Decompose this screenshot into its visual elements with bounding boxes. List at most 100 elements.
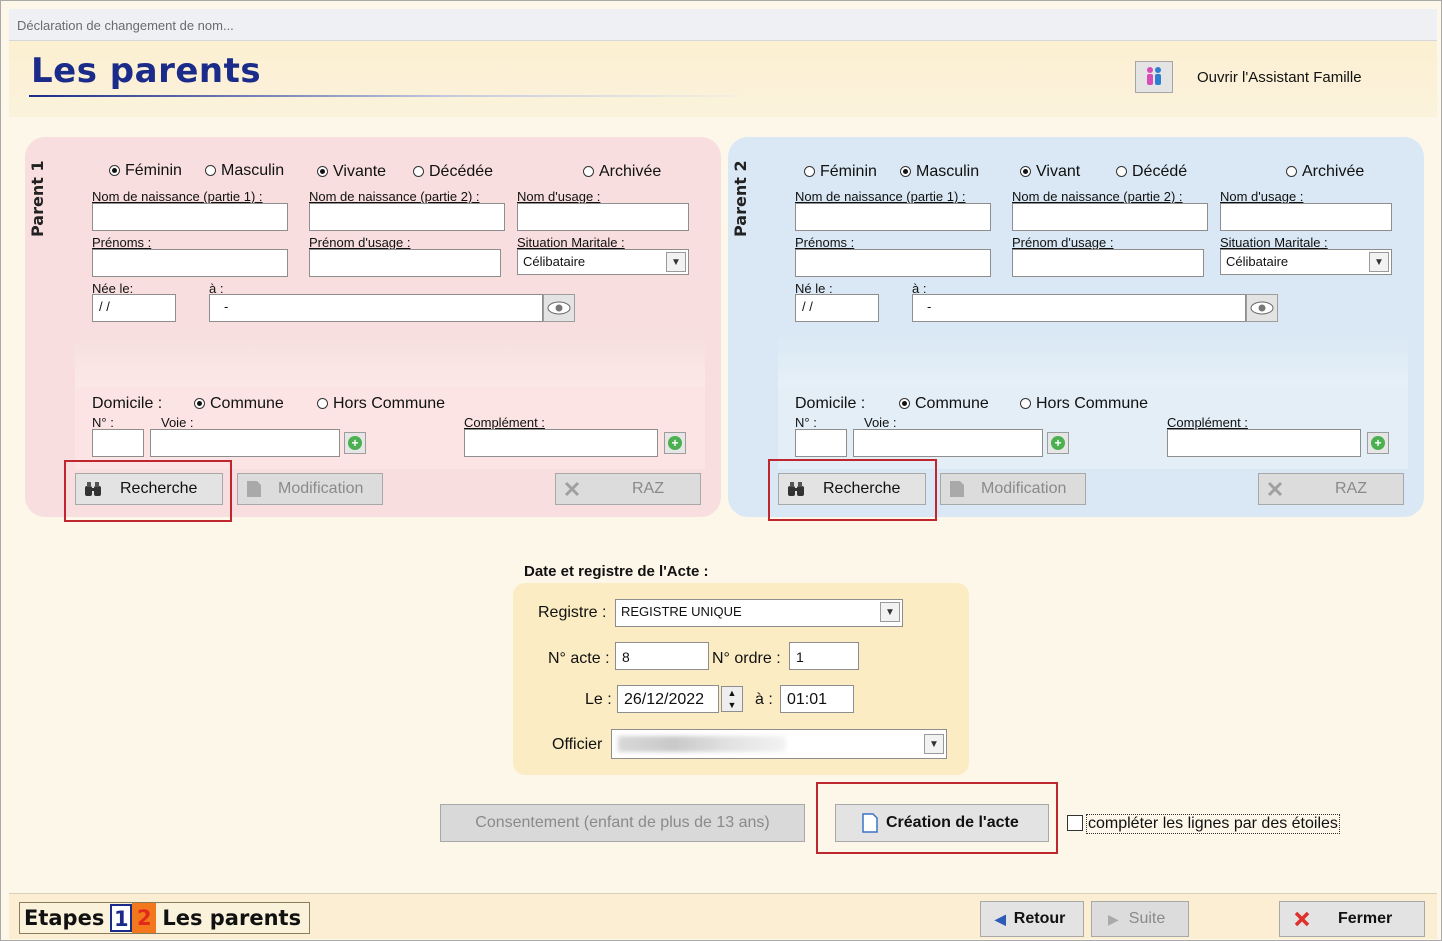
parent2-modification-label: Modification bbox=[981, 480, 1067, 497]
parent2-lieu-input[interactable]: - bbox=[912, 294, 1246, 322]
app-window: Déclaration de changement de nom... Les … bbox=[0, 0, 1442, 941]
parent1-hors-radio[interactable]: Hors Commune bbox=[317, 395, 445, 413]
window-title: Déclaration de changement de nom... bbox=[17, 18, 234, 33]
num-ordre-input[interactable]: 1 bbox=[789, 642, 859, 670]
parent1-complement-add-button[interactable]: + bbox=[664, 432, 686, 454]
parent2-view-button[interactable] bbox=[1246, 294, 1278, 322]
parent1-masculin-radio[interactable]: Masculin bbox=[205, 162, 284, 180]
parent1-recherche-highlight bbox=[64, 460, 232, 522]
parent1-nom1-input[interactable] bbox=[92, 203, 288, 231]
parent2-usage-label: Nom d'usage : bbox=[1220, 189, 1304, 204]
parent1-modification-button[interactable]: Modification bbox=[237, 473, 383, 505]
parent2-commune-radio[interactable]: Commune bbox=[899, 395, 989, 413]
radio-selected-icon bbox=[899, 398, 910, 409]
parent1-archive-label: Archivée bbox=[599, 163, 662, 180]
footer-bar: Etapes 1 2 Les parents ◀ Retour ▶ Suite … bbox=[9, 893, 1437, 939]
parent1-raz-button[interactable]: RAZ bbox=[555, 473, 701, 505]
parent2-prenom-usage-input[interactable] bbox=[1012, 249, 1204, 277]
parent1-voie-add-button[interactable]: + bbox=[344, 432, 366, 454]
parent1-decede-radio[interactable]: Décédée bbox=[413, 163, 493, 181]
date-label: Le : bbox=[585, 691, 612, 708]
close-icon bbox=[1294, 911, 1310, 927]
parent1-view-button[interactable] bbox=[543, 294, 575, 322]
clear-x-icon bbox=[564, 481, 580, 497]
heure-input[interactable]: 01:01 bbox=[780, 685, 854, 713]
chevron-down-icon[interactable]: ▼ bbox=[924, 734, 944, 754]
radio-selected-icon bbox=[900, 166, 911, 177]
parent1-vivant-radio[interactable]: Vivante bbox=[317, 163, 386, 181]
parent1-voie-input[interactable] bbox=[150, 429, 340, 457]
parent2-recherche-highlight bbox=[768, 459, 937, 521]
parent1-spacer bbox=[75, 332, 705, 387]
retour-label: Retour bbox=[1013, 910, 1066, 927]
parent2-prenoms-input[interactable] bbox=[795, 249, 991, 277]
creation-acte-button[interactable]: Création de l'acte bbox=[835, 804, 1049, 842]
parent2-complement-input[interactable] bbox=[1167, 429, 1361, 457]
parent2-raz-button[interactable]: RAZ bbox=[1258, 473, 1404, 505]
parent1-complement-input[interactable] bbox=[464, 429, 658, 457]
parent2-feminin-radio[interactable]: Féminin bbox=[804, 163, 877, 181]
parent1-commune-radio[interactable]: Commune bbox=[194, 395, 284, 413]
parent2-num-input[interactable] bbox=[795, 429, 847, 457]
parent2-nom2-input[interactable] bbox=[1012, 203, 1208, 231]
parent1-prenom-usage-label: Prénom d'usage : bbox=[309, 235, 411, 250]
parent2-modification-button[interactable]: Modification bbox=[940, 473, 1086, 505]
family-assistant-button[interactable] bbox=[1135, 61, 1173, 93]
step-1[interactable]: 1 bbox=[110, 904, 133, 932]
parent1-lieu-input[interactable]: - bbox=[209, 294, 543, 322]
fermer-button[interactable]: Fermer bbox=[1279, 901, 1425, 937]
etoiles-label[interactable]: compléter les lignes par des étoiles bbox=[1086, 814, 1340, 834]
parent1-num-input[interactable] bbox=[92, 429, 144, 457]
parent2-date-input[interactable]: / / bbox=[795, 294, 879, 322]
parent2-voie-input[interactable] bbox=[853, 429, 1043, 457]
parent1-archive-radio[interactable]: Archivée bbox=[583, 163, 661, 181]
date-spinner[interactable]: ▲ ▼ bbox=[721, 686, 743, 712]
family-assistant-label[interactable]: Ouvrir l'Assistant Famille bbox=[1197, 69, 1362, 86]
parent1-situation-select[interactable]: Célibataire ▼ bbox=[517, 249, 689, 275]
registre-label: Registre : bbox=[538, 604, 607, 621]
parent1-num-label: N° : bbox=[92, 415, 114, 430]
officier-select[interactable]: ▼ bbox=[611, 729, 947, 759]
chevron-down-icon[interactable]: ▼ bbox=[666, 252, 686, 272]
parent1-date-input[interactable]: / / bbox=[92, 294, 176, 322]
parent1-voie-label: Voie : bbox=[161, 415, 194, 430]
parent2-situation-select[interactable]: Célibataire ▼ bbox=[1220, 249, 1392, 275]
parent1-prenom-usage-input[interactable] bbox=[309, 249, 501, 277]
radio-selected-icon bbox=[194, 398, 205, 409]
consentement-button[interactable]: Consentement (enfant de plus de 13 ans) bbox=[440, 804, 805, 842]
radio-selected-icon bbox=[317, 166, 328, 177]
parent2-prenoms-label: Prénoms : bbox=[795, 235, 855, 250]
parent2-nom1-input[interactable] bbox=[795, 203, 991, 231]
parent2-situation-value: Célibataire bbox=[1226, 254, 1289, 269]
num-acte-input[interactable]: 8 bbox=[615, 642, 709, 670]
num-ordre-label: N° ordre : bbox=[712, 650, 781, 667]
parent2-complement-add-button[interactable]: + bbox=[1367, 432, 1389, 454]
chevron-down-icon[interactable]: ▼ bbox=[1369, 252, 1389, 272]
parent1-situation-value: Célibataire bbox=[523, 254, 586, 269]
etoiles-checkbox[interactable] bbox=[1067, 815, 1083, 831]
radio-icon bbox=[1286, 166, 1297, 177]
parent1-feminin-radio[interactable]: Féminin bbox=[109, 162, 182, 180]
suite-button[interactable]: ▶ Suite bbox=[1091, 901, 1189, 937]
registre-select[interactable]: REGISTRE UNIQUE ▼ bbox=[615, 599, 903, 627]
parent2-hors-radio[interactable]: Hors Commune bbox=[1020, 395, 1148, 413]
parent2-archive-radio[interactable]: Archivée bbox=[1286, 163, 1364, 181]
parent2-usage-input[interactable] bbox=[1220, 203, 1392, 231]
parent1-commune-label: Commune bbox=[210, 395, 284, 412]
num-acte-label: N° acte : bbox=[548, 650, 610, 667]
parent1-nom2-input[interactable] bbox=[309, 203, 505, 231]
parent2-decede-label: Décédé bbox=[1132, 163, 1188, 180]
parent2-spacer bbox=[778, 332, 1408, 387]
parent2-decede-radio[interactable]: Décédé bbox=[1116, 163, 1187, 181]
parent2-vivant-radio[interactable]: Vivant bbox=[1020, 163, 1080, 181]
retour-button[interactable]: ◀ Retour bbox=[980, 901, 1084, 937]
registre-value: REGISTRE UNIQUE bbox=[621, 604, 742, 619]
chevron-down-icon[interactable]: ▼ bbox=[880, 602, 900, 622]
parent2-masculin-radio[interactable]: Masculin bbox=[900, 163, 979, 181]
clear-x-icon bbox=[1267, 481, 1283, 497]
parent1-usage-input[interactable] bbox=[517, 203, 689, 231]
parent1-prenoms-input[interactable] bbox=[92, 249, 288, 277]
date-input[interactable]: 26/12/2022 bbox=[617, 685, 719, 713]
parent1-domicile-label: Domicile : bbox=[92, 395, 163, 412]
parent2-voie-add-button[interactable]: + bbox=[1047, 432, 1069, 454]
